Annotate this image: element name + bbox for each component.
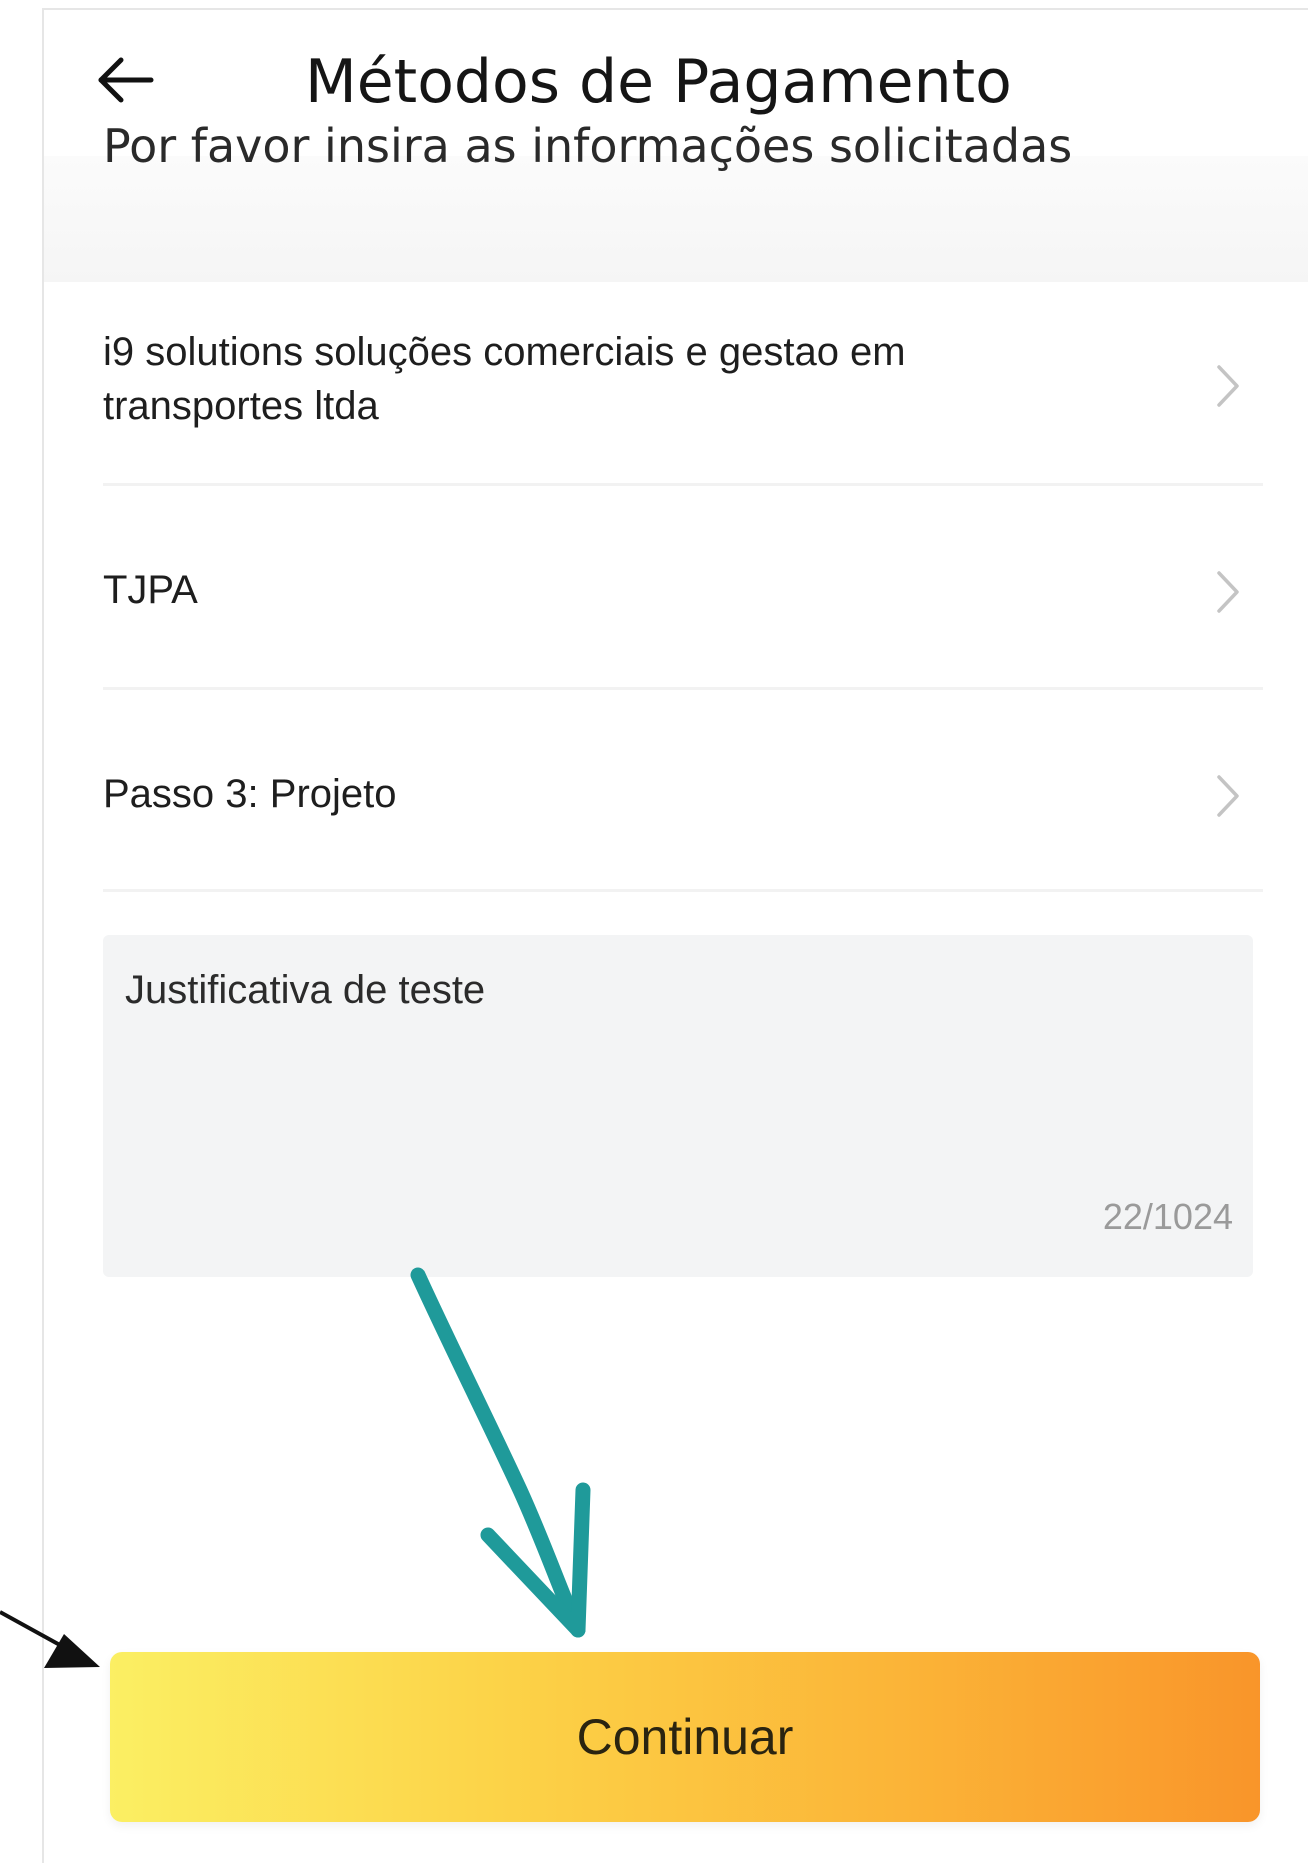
- chevron-right-icon: [1217, 571, 1239, 613]
- divider: [103, 483, 1263, 486]
- list-item-company[interactable]: i9 solutions soluções comerciais e gesta…: [103, 325, 1263, 455]
- chevron-right-icon: [1217, 365, 1239, 407]
- list-item-label: i9 solutions soluções comerciais e gesta…: [103, 330, 906, 428]
- page-subtitle: Por favor insira as informações solicita…: [103, 119, 1073, 173]
- divider: [103, 687, 1263, 690]
- divider: [103, 889, 1263, 892]
- list-item-label: Passo 3: Projeto: [103, 772, 397, 816]
- list-item-project[interactable]: Passo 3: Projeto: [103, 767, 1263, 827]
- continue-button[interactable]: Continuar: [110, 1652, 1260, 1822]
- page-title: Métodos de Pagamento: [305, 47, 1012, 117]
- list-item-label: TJPA: [103, 568, 198, 612]
- justification-textarea[interactable]: Justificativa de teste 22/1024: [103, 935, 1253, 1277]
- character-counter: 22/1024: [1102, 1196, 1233, 1237]
- chevron-right-icon: [1217, 775, 1239, 817]
- continue-button-label: Continuar: [576, 1709, 794, 1765]
- list-item-tjpa[interactable]: TJPA: [103, 563, 1263, 623]
- back-arrow-icon[interactable]: [95, 52, 155, 108]
- justification-text: Justificativa de teste: [125, 968, 486, 1012]
